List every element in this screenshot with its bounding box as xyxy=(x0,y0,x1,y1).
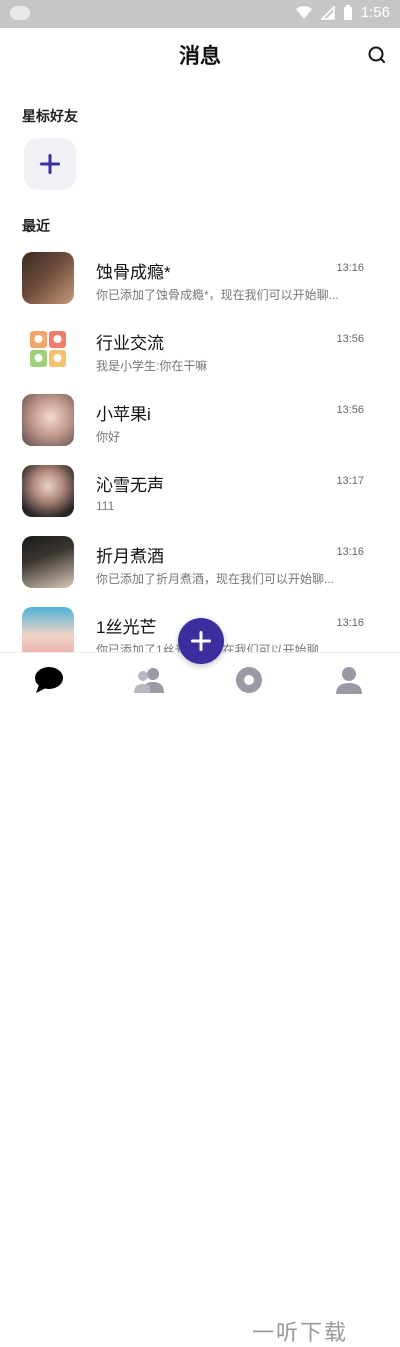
group-avatar-icon xyxy=(30,331,66,367)
conversation-time: 13:16 xyxy=(336,262,364,274)
conversation-time: 13:16 xyxy=(336,617,364,629)
conversation-name: 沁雪无声 xyxy=(96,476,164,495)
status-time: 1:56 xyxy=(360,4,390,21)
add-starred-friend-button[interactable] xyxy=(24,138,76,190)
conversation-list: 蚀骨成瘾* 13:16 你已添加了蚀骨成瘾*，现在我们可以开始聊... 行业交流… xyxy=(0,244,400,670)
conversation-preview: 你好 xyxy=(96,430,121,444)
cloud-icon xyxy=(10,6,30,20)
recent-label: 最近 xyxy=(22,218,50,234)
signal-icon xyxy=(320,5,335,20)
conversation-time: 13:56 xyxy=(336,333,364,345)
battery-icon xyxy=(343,4,352,20)
conversation-item[interactable]: 沁雪无声 13:17 111 xyxy=(0,457,400,528)
conversation-preview: 你已添加了折月煮酒，现在我们可以开始聊... xyxy=(96,572,335,586)
profile-icon xyxy=(336,667,362,694)
conversation-item[interactable]: 折月煮酒 13:16 你已添加了折月煮酒，现在我们可以开始聊... xyxy=(0,528,400,599)
conversation-name: 蚀骨成瘾* xyxy=(96,263,171,282)
avatar xyxy=(22,394,74,446)
conversation-name: 1丝光芒 xyxy=(96,618,157,637)
conversation-time: 13:17 xyxy=(336,475,364,487)
status-bar: 1:56 xyxy=(0,0,400,28)
avatar xyxy=(22,323,74,375)
starred-friends-label: 星标好友 xyxy=(22,108,78,124)
search-icon[interactable] xyxy=(366,44,388,66)
avatar xyxy=(22,536,74,588)
plus-icon xyxy=(40,154,60,174)
contacts-icon xyxy=(134,668,164,693)
watermark-text: 一听下载 xyxy=(252,1320,349,1345)
add-button[interactable] xyxy=(178,618,224,664)
wifi-icon xyxy=(295,5,312,19)
conversation-preview: 我是小学生:你在干嘛 xyxy=(96,359,208,373)
tab-contacts[interactable] xyxy=(132,663,166,697)
feed-icon xyxy=(236,667,262,693)
top-bar: 消息 xyxy=(0,28,400,82)
conversation-time: 13:16 xyxy=(336,546,364,558)
conversation-item[interactable]: 行业交流 13:56 我是小学生:你在干嘛 xyxy=(0,315,400,386)
tab-feed[interactable] xyxy=(232,663,266,697)
page-title: 消息 xyxy=(179,45,221,68)
avatar xyxy=(22,465,74,517)
tab-messages[interactable] xyxy=(32,663,66,697)
plus-icon xyxy=(191,631,211,651)
conversation-name: 小苹果i xyxy=(96,405,151,424)
conversation-time: 13:56 xyxy=(336,404,364,416)
tab-profile[interactable] xyxy=(332,663,366,697)
avatar xyxy=(22,252,74,304)
conversation-item[interactable]: 小苹果i 13:56 你好 xyxy=(0,386,400,457)
conversation-preview: 你已添加了蚀骨成瘾*，现在我们可以开始聊... xyxy=(96,288,339,302)
status-icons: 1:56 xyxy=(295,4,390,21)
conversation-name: 行业交流 xyxy=(96,334,164,353)
conversation-preview: 111 xyxy=(96,499,115,513)
conversation-name: 折月煮酒 xyxy=(96,547,164,566)
conversation-item[interactable]: 蚀骨成瘾* 13:16 你已添加了蚀骨成瘾*，现在我们可以开始聊... xyxy=(0,244,400,315)
chat-bubble-icon xyxy=(35,667,63,693)
